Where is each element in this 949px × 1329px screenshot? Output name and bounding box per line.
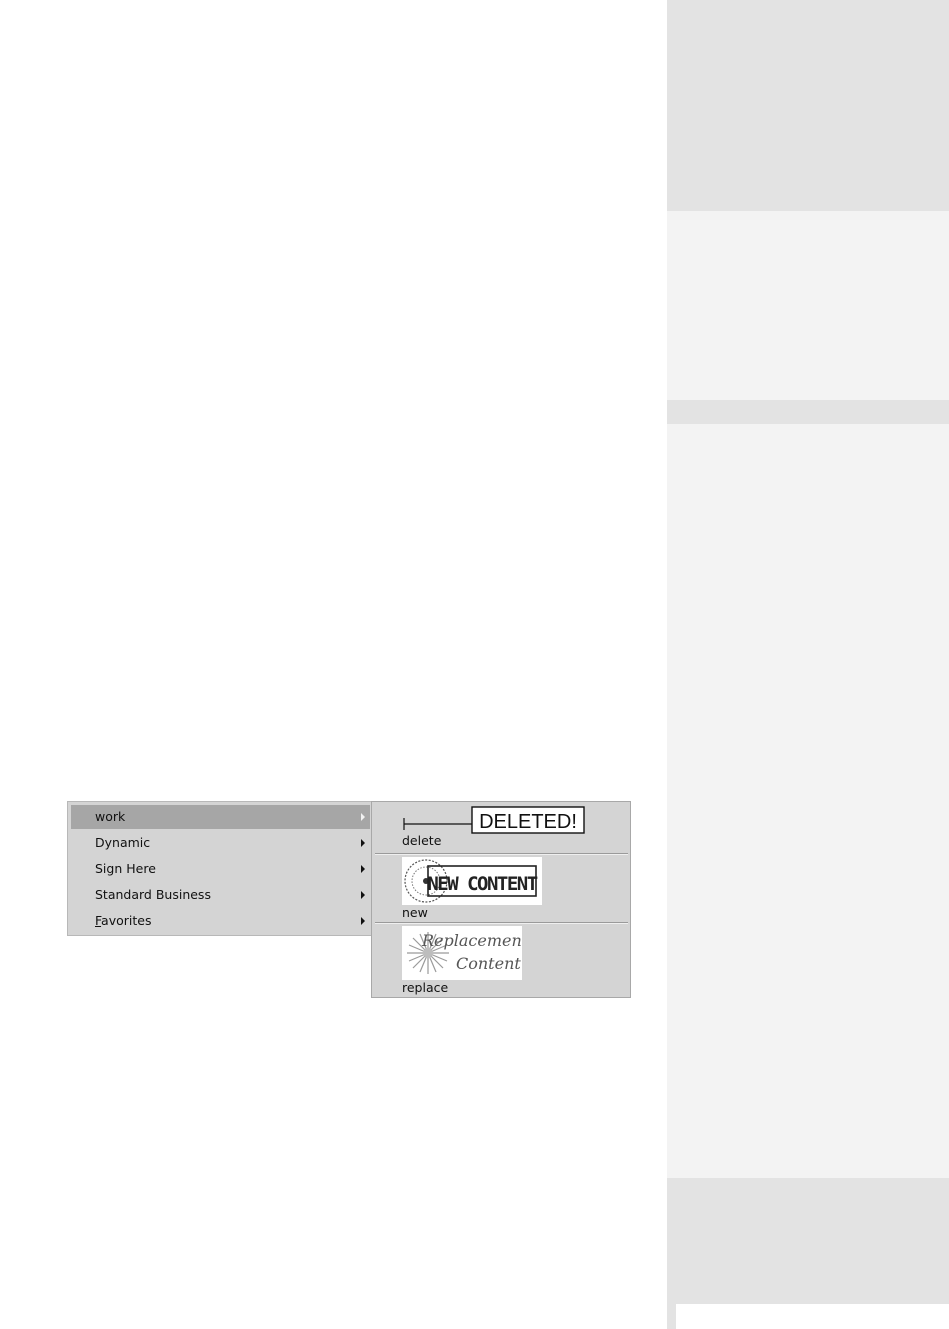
- submenu-item-label: new: [402, 905, 428, 920]
- margin-band-light: [667, 424, 949, 1178]
- stamp-text: NEW CONTENT: [427, 873, 537, 895]
- menu-item-label: work: [95, 809, 126, 824]
- submenu-arrow-icon: [361, 813, 365, 821]
- submenu-item-label: delete: [402, 833, 442, 848]
- margin-band-light: [667, 211, 949, 400]
- submenu-item-replace[interactable]: Replacement Content replace: [372, 925, 630, 997]
- menu-item-label: Favorites: [95, 909, 151, 933]
- stamp-context-menu: work Dynamic Sign Here Standard Business…: [67, 801, 372, 936]
- menu-item-work[interactable]: work: [71, 805, 370, 829]
- menu-item-label: Sign Here: [95, 861, 156, 876]
- menu-separator: [375, 922, 628, 924]
- submenu-arrow-icon: [361, 865, 365, 873]
- work-submenu: DELETED! delete NEW CONTENT new Replacem…: [371, 801, 631, 998]
- menu-item-label: Standard Business: [95, 887, 211, 902]
- margin-band-top: [667, 0, 949, 211]
- submenu-arrow-icon: [361, 839, 365, 847]
- new-content-stamp-image: NEW CONTENT: [402, 857, 542, 905]
- submenu-item-new[interactable]: NEW CONTENT new: [372, 856, 630, 922]
- submenu-arrow-icon: [361, 891, 365, 899]
- replacement-content-stamp-image: Replacement Content: [402, 926, 522, 980]
- menu-item-favorites[interactable]: Favorites: [71, 909, 370, 933]
- margin-strip: [676, 1304, 949, 1329]
- menu-item-standard-business[interactable]: Standard Business: [71, 883, 370, 907]
- menu-item-label: Dynamic: [95, 835, 151, 850]
- submenu-arrow-icon: [361, 917, 365, 925]
- submenu-item-label: replace: [402, 980, 449, 995]
- submenu-item-delete[interactable]: DELETED! delete: [372, 802, 630, 854]
- menu-separator: [375, 853, 628, 855]
- margin-band-divider: [667, 400, 949, 424]
- menu-item-label-rest: avorites: [101, 913, 152, 928]
- menu-item-sign-here[interactable]: Sign Here: [71, 857, 370, 881]
- stamp-text: DELETED!: [479, 811, 577, 833]
- menu-item-dynamic[interactable]: Dynamic: [71, 831, 370, 855]
